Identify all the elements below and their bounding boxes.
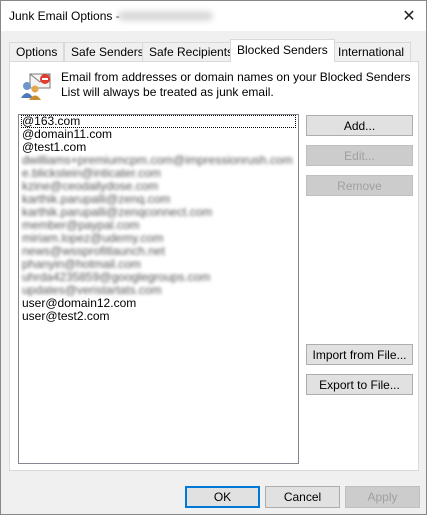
dialog-title: Junk Email Options - [9, 9, 120, 23]
blocked-senders-list[interactable]: @163.com @domain11.com @test1.com dwilliams… [18, 114, 299, 464]
tab-options[interactable]: Options [9, 42, 65, 61]
import-from-file-button[interactable]: Import from File... [306, 344, 413, 365]
close-icon: ✕ [402, 8, 416, 25]
tab-international[interactable]: International [331, 42, 412, 61]
junk-email-options-dialog: Junk Email Options - ✕ Options Safe Send… [0, 0, 427, 515]
cancel-button[interactable]: Cancel [265, 486, 340, 508]
title-bar: Junk Email Options - ✕ [1, 1, 426, 31]
ok-button[interactable]: OK [185, 486, 260, 508]
tab-safe-recipients[interactable]: Safe Recipients [142, 42, 241, 61]
blocked-senders-panel: Email from addresses or domain names on … [9, 61, 419, 471]
close-button[interactable]: ✕ [392, 1, 426, 31]
apply-button[interactable]: Apply [345, 486, 420, 508]
tab-strip: Options Safe Senders Safe Recipients Blo… [9, 39, 419, 62]
remove-button[interactable]: Remove [306, 175, 413, 196]
tab-blocked-senders[interactable]: Blocked Senders [230, 39, 335, 62]
export-to-file-button[interactable]: Export to File... [306, 374, 413, 395]
edit-button[interactable]: Edit... [306, 145, 413, 166]
add-button[interactable]: Add... [306, 115, 413, 136]
list-item[interactable]: updates@veristartats.com [19, 284, 298, 297]
blocked-senders-icon [21, 73, 51, 100]
tab-safe-senders[interactable]: Safe Senders [64, 42, 151, 61]
list-item[interactable]: user@test2.com [19, 310, 298, 323]
blocked-senders-description: Email from addresses or domain names on … [61, 70, 411, 99]
redacted-account-name [118, 11, 213, 21]
